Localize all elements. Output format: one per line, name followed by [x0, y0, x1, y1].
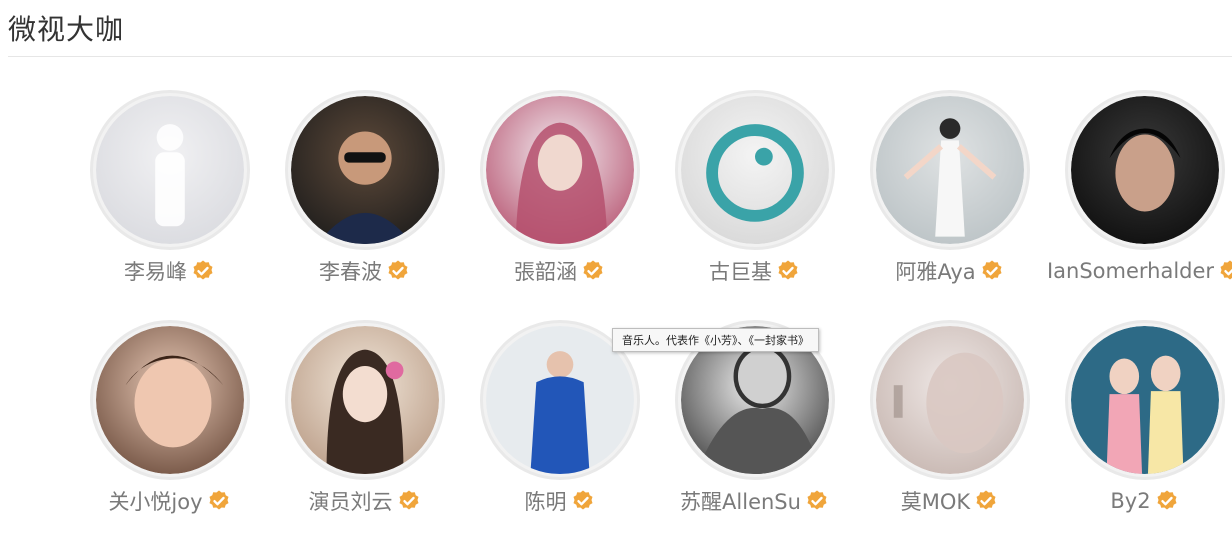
avatar[interactable]	[1064, 90, 1225, 250]
user-card[interactable]: 李春波	[267, 90, 462, 320]
verified-badge-icon	[193, 260, 213, 280]
avatar-image	[875, 96, 1024, 244]
user-name[interactable]: 陈明	[525, 486, 567, 516]
verified-badge-icon	[583, 260, 603, 280]
avatar-image	[290, 96, 439, 244]
avatar-image	[95, 96, 244, 244]
user-card[interactable]: 張韶涵	[462, 90, 657, 320]
user-name[interactable]: 关小悦joy	[108, 486, 202, 516]
avatar-image	[485, 96, 634, 244]
avatar[interactable]	[284, 90, 445, 250]
verified-badge-icon	[573, 490, 592, 510]
user-card[interactable]: 李易峰	[72, 90, 267, 320]
user-name[interactable]: 張韶涵	[514, 256, 577, 286]
user-tooltip: 音乐人。代表作《小芳》、《一封家书》	[612, 328, 819, 352]
user-name[interactable]: 演员刘云	[309, 486, 393, 516]
avatar[interactable]	[479, 90, 640, 250]
user-name[interactable]: 莫MOK	[901, 486, 970, 516]
avatar[interactable]	[869, 320, 1030, 480]
avatar[interactable]	[284, 320, 445, 480]
verified-badge-icon	[976, 490, 996, 510]
avatar[interactable]	[1064, 320, 1225, 480]
verified-badge-icon	[1220, 260, 1232, 280]
avatar-image	[1070, 96, 1219, 244]
user-name[interactable]: 阿雅Aya	[895, 256, 975, 286]
section-title: 微视大咖	[8, 13, 125, 46]
user-name[interactable]: 古巨基	[709, 256, 772, 286]
verified-badge-icon	[778, 260, 798, 280]
avatar[interactable]	[89, 90, 250, 250]
user-card[interactable]: 演员刘云	[267, 320, 462, 530]
title-divider	[8, 56, 1232, 57]
user-card[interactable]: By2	[1047, 320, 1232, 530]
verified-badge-icon	[209, 490, 229, 510]
user-name[interactable]: By2	[1110, 489, 1150, 513]
user-card[interactable]: IanSomerhalder	[1047, 90, 1232, 320]
celebrity-grid: 李易峰 李春波 張韶涵 古巨基 阿雅Aya IanSomerhalder 关小悦…	[72, 90, 1232, 530]
user-card[interactable]: 关小悦joy	[72, 320, 267, 530]
user-card[interactable]: 古巨基	[657, 90, 852, 320]
user-name[interactable]: 苏醒AllenSu	[680, 486, 801, 516]
avatar[interactable]	[869, 90, 1030, 250]
verified-badge-icon	[388, 260, 408, 280]
user-name[interactable]: 李易峰	[124, 256, 187, 286]
avatar-image	[1070, 326, 1219, 474]
avatar-image	[680, 96, 829, 244]
verified-badge-icon	[1157, 490, 1177, 510]
avatar-image	[95, 326, 244, 474]
avatar-image	[290, 326, 439, 474]
verified-badge-icon	[982, 260, 1002, 280]
verified-badge-icon	[399, 490, 418, 510]
user-card[interactable]: 阿雅Aya	[852, 90, 1047, 320]
user-name[interactable]: IanSomerhalder	[1047, 259, 1214, 283]
avatar[interactable]	[89, 320, 250, 480]
user-name[interactable]: 李春波	[319, 256, 382, 286]
user-card[interactable]: 莫MOK	[852, 320, 1047, 530]
avatar[interactable]	[674, 90, 835, 250]
avatar-image	[875, 326, 1024, 474]
verified-badge-icon	[807, 490, 827, 510]
